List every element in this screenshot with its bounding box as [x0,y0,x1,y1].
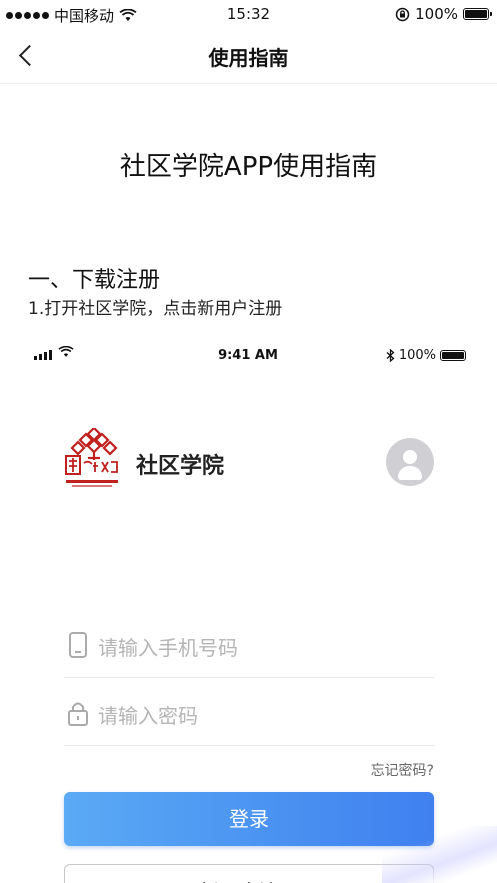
community-college-logo [65,428,118,487]
avatar-icon[interactable] [386,438,434,486]
section-title: 一、下载注册 [28,268,161,293]
battery-icon [463,8,492,20]
inner-status-right: 100% [386,348,466,363]
inner-battery-icon [440,350,466,361]
password-placeholder: 请输入密码 [98,704,198,728]
lock-icon [68,702,88,726]
step-text: 1.打开社区学院，点击新用户注册 [28,299,283,319]
login-button[interactable]: 登录 [64,792,434,846]
inner-battery-label: 100% [398,348,436,363]
nav-title: 使用指南 [208,46,289,70]
brand-name: 社区学院 [136,454,225,479]
bluetooth-icon [386,349,395,362]
forgot-password-link[interactable]: 忘记密码? [371,760,434,780]
app-screenshot: 9:41 AM 100% 社区学院 请输入手机号码 请输入密码 忘记密码? 登录 [22,340,474,883]
phone-placeholder: 请输入手机号码 [98,636,238,660]
password-field[interactable]: 请输入密码 [64,680,434,746]
inner-status-bar: 9:41 AM 100% [22,346,474,366]
corner-watermark [382,826,497,883]
battery-label: 100% [415,5,458,23]
phone-icon [69,632,87,658]
guide-title: 社区学院APP使用指南 [119,152,378,182]
status-bar: 中国移动 15:32 100% [0,0,497,28]
orientation-lock-icon [395,7,410,21]
status-right: 100% [395,5,492,23]
register-button[interactable]: 新用户注册 [64,864,434,883]
nav-bar: 使用指南 [0,28,497,84]
phone-field[interactable]: 请输入手机号码 [64,612,434,678]
